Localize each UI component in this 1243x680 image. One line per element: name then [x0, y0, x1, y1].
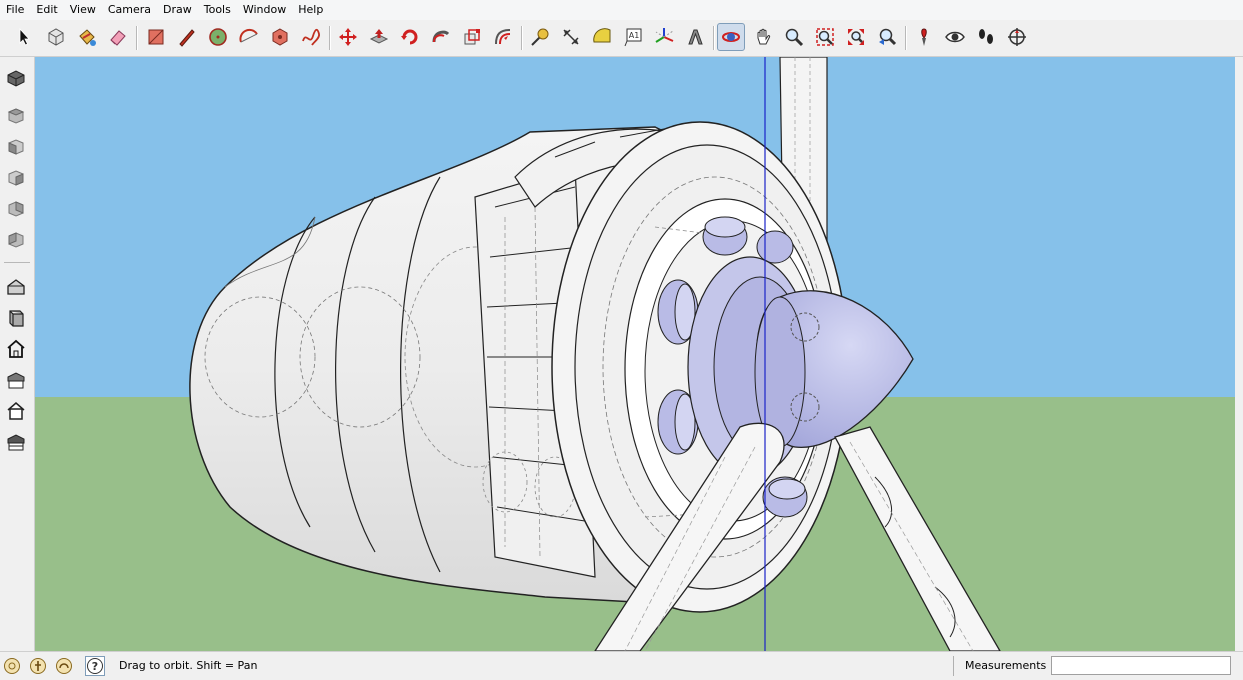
status-text: Drag to orbit. Shift = Pan	[119, 659, 258, 672]
textured-style-icon[interactable]	[3, 398, 29, 424]
monochrome-style-icon[interactable]	[3, 429, 29, 455]
geo-location-icon[interactable]	[3, 657, 21, 675]
zoom-extents-icon[interactable]	[842, 23, 870, 51]
arc-icon[interactable]	[235, 23, 263, 51]
help-icon[interactable]: ?	[85, 656, 105, 676]
orbit-icon[interactable]	[717, 23, 745, 51]
pencil-line-icon[interactable]	[173, 23, 201, 51]
menu-tools[interactable]: Tools	[198, 0, 237, 20]
menu-help[interactable]: Help	[292, 0, 329, 20]
push-pull-icon[interactable]	[365, 23, 393, 51]
menu-file[interactable]: File	[0, 0, 30, 20]
make-component-icon[interactable]	[42, 23, 70, 51]
menu-camera[interactable]: Camera	[102, 0, 157, 20]
select-arrow-icon[interactable]	[10, 23, 38, 51]
main-toolbar: A1	[0, 20, 1243, 57]
dimension-icon[interactable]	[557, 23, 585, 51]
svg-text:A1: A1	[629, 31, 640, 40]
wireframe-style-icon[interactable]	[3, 305, 29, 331]
move-icon[interactable]	[334, 23, 362, 51]
look-around-icon[interactable]	[941, 23, 969, 51]
follow-me-icon[interactable]	[427, 23, 455, 51]
walk-icon[interactable]	[972, 23, 1000, 51]
protractor-icon[interactable]	[588, 23, 616, 51]
pan-icon[interactable]	[749, 23, 777, 51]
polygon-icon[interactable]	[266, 23, 294, 51]
section-plane-icon[interactable]	[1003, 23, 1031, 51]
previous-view-icon[interactable]	[873, 23, 901, 51]
shaded-style-icon[interactable]	[3, 367, 29, 393]
zoom-window-icon[interactable]	[811, 23, 839, 51]
top-view-icon[interactable]	[3, 103, 29, 129]
right-view-icon[interactable]	[3, 165, 29, 191]
paint-bucket-icon[interactable]	[73, 23, 101, 51]
position-camera-icon[interactable]	[910, 23, 938, 51]
xray-style-icon[interactable]	[3, 274, 29, 300]
drawing-viewport[interactable]	[35, 57, 1235, 651]
menu-window[interactable]: Window	[237, 0, 292, 20]
front-view-icon[interactable]	[3, 134, 29, 160]
credits-icon[interactable]	[29, 657, 47, 675]
back-view-icon[interactable]	[3, 196, 29, 222]
views-styles-toolbar	[0, 57, 35, 651]
scale-icon[interactable]	[458, 23, 486, 51]
eraser-icon[interactable]	[104, 23, 132, 51]
measurements-input[interactable]	[1051, 656, 1231, 675]
menu-draw[interactable]: Draw	[157, 0, 198, 20]
status-bar: ? Drag to orbit. Shift = Pan Measurement…	[0, 651, 1243, 680]
hidden-line-style-icon[interactable]	[3, 336, 29, 362]
iso-view-icon[interactable]	[3, 65, 29, 91]
rotate-icon[interactable]	[396, 23, 424, 51]
3d-text-icon[interactable]	[681, 23, 709, 51]
menu-edit[interactable]: Edit	[30, 0, 63, 20]
measurements-label: Measurements	[965, 659, 1047, 672]
tape-measure-icon[interactable]	[526, 23, 554, 51]
offset-icon[interactable]	[489, 23, 517, 51]
freehand-icon[interactable]	[297, 23, 325, 51]
axes-icon[interactable]	[650, 23, 678, 51]
circle-icon[interactable]	[204, 23, 232, 51]
text-icon[interactable]: A1	[619, 23, 647, 51]
left-view-icon[interactable]	[3, 227, 29, 253]
menu-view[interactable]: View	[64, 0, 102, 20]
svg-text:?: ?	[92, 660, 98, 673]
zoom-icon[interactable]	[780, 23, 808, 51]
user-account-icon[interactable]	[55, 657, 73, 675]
rectangle-icon[interactable]	[142, 23, 170, 51]
menu-bar: File Edit View Camera Draw Tools Window …	[0, 0, 1243, 21]
